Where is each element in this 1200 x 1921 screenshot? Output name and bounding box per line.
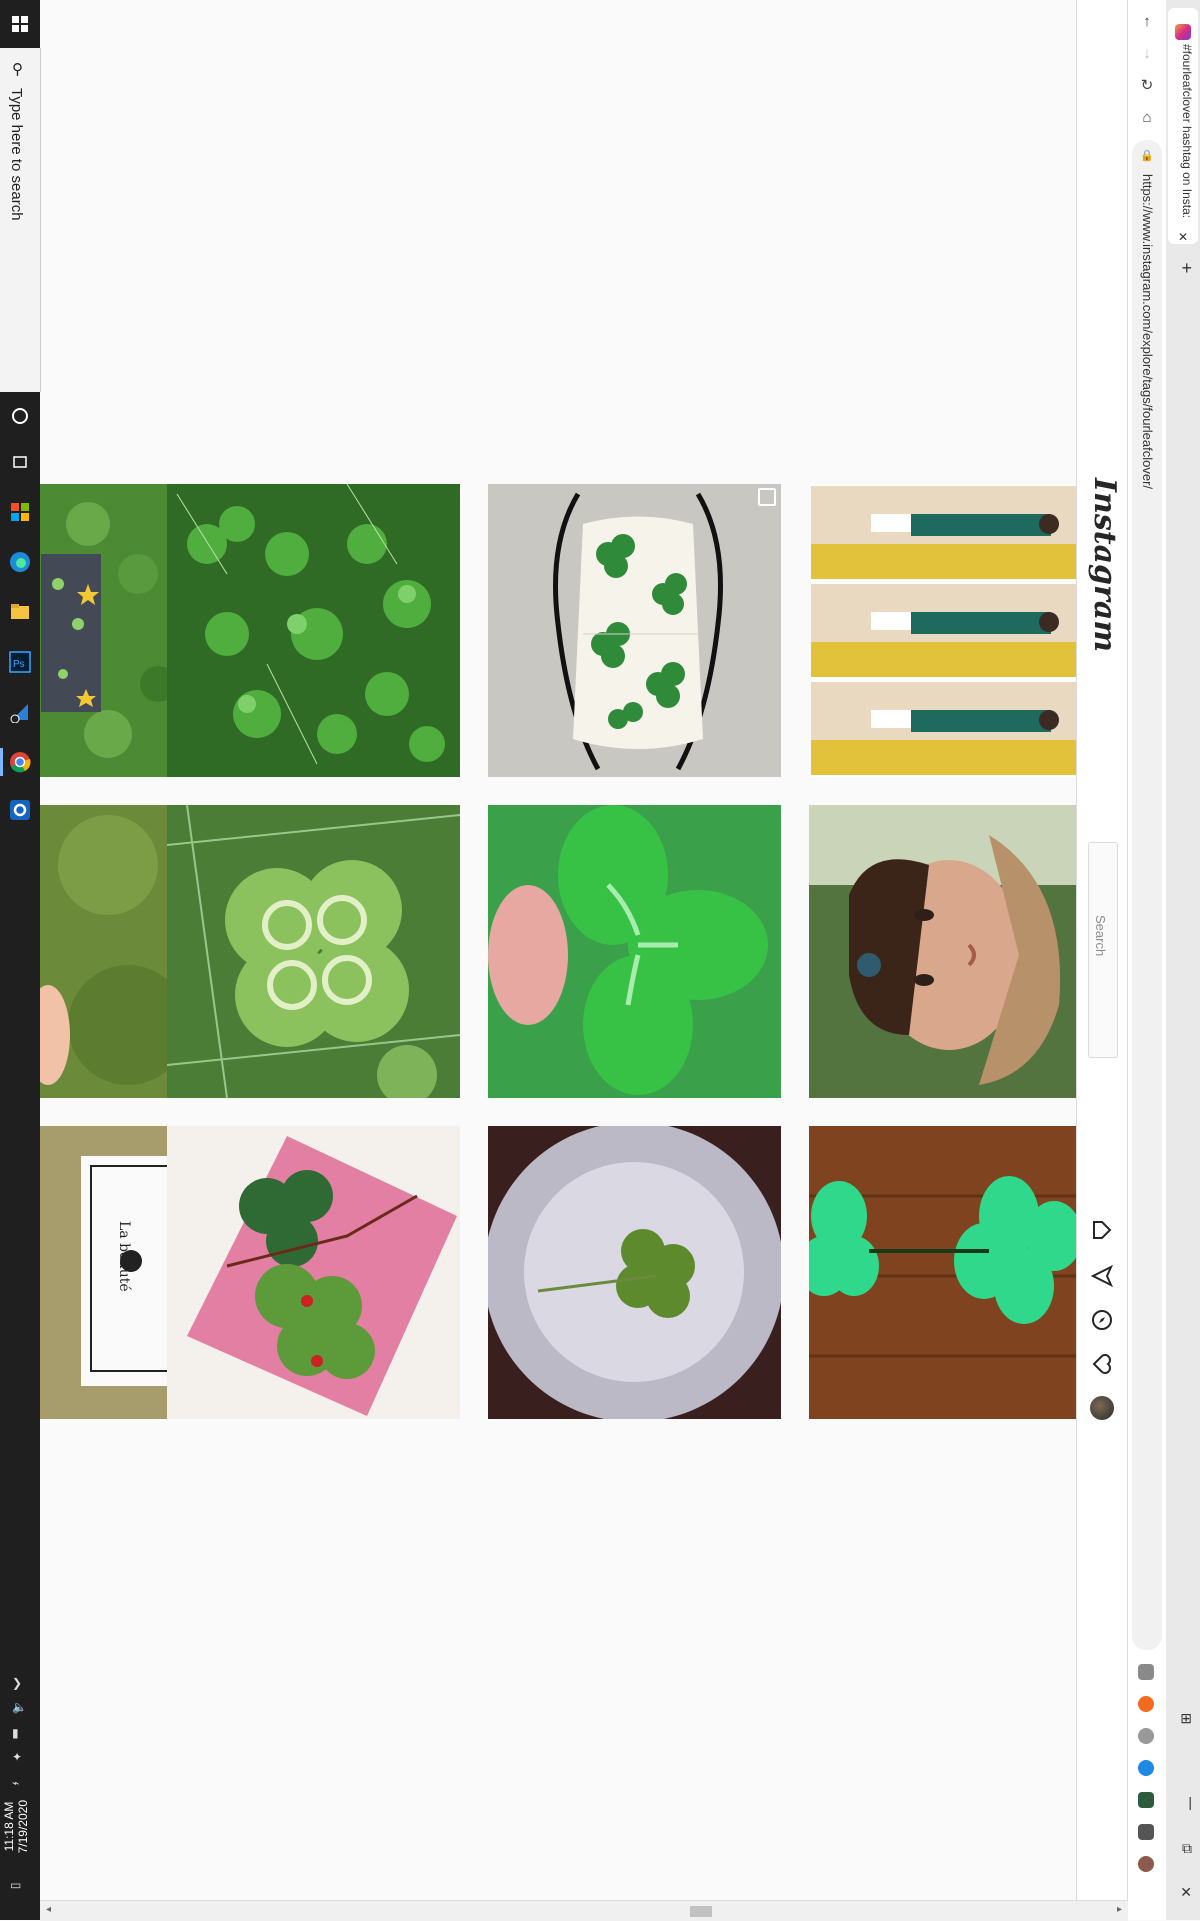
clock-time: 11:18 AM [2,1801,16,1852]
back-arrow-icon[interactable]: ↑ [1136,10,1158,32]
profile-avatar[interactable] [1090,1396,1114,1420]
taskbar-search-box[interactable]: ⚲ Type here to search [0,48,41,392]
horizontal-scrollbar[interactable]: ◂ ▸ [40,1900,1128,1921]
extension-circle-icon[interactable] [1138,1728,1154,1744]
active-app-indicator [0,748,3,776]
post-triple-photo[interactable] [811,484,1076,777]
post-four-leaf-clover[interactable] [167,805,460,1098]
taskbar-clock[interactable]: 11:18 AM 7/19/2020 [2,1800,30,1853]
explore-compass-icon[interactable] [1090,1308,1114,1332]
reload-icon[interactable]: ↻ [1136,74,1158,96]
chevron-up-icon[interactable]: ❯ [12,1676,22,1690]
chrome-browser-icon[interactable] [6,748,34,776]
tab-close-icon[interactable]: ✕ [1178,230,1188,244]
activity-heart-icon[interactable] [1090,1352,1114,1376]
search-placeholder: Search [1093,915,1108,957]
post-balloon-clover[interactable] [809,1126,1076,1419]
extension-blue-icon[interactable] [1138,1760,1154,1776]
svg-text:Ps: Ps [13,659,25,670]
search-icon: ⚲ [12,61,23,78]
direct-message-icon[interactable] [1090,1264,1114,1288]
app-blue-icon[interactable] [6,698,34,726]
windows-taskbar: ⚲ Type here to search Ps ❯ 🔈 ▮ ✦ ⌁ 11:18… [0,0,41,1920]
file-explorer-icon[interactable] [6,598,34,626]
task-view-icon[interactable] [6,448,34,476]
forward-arrow-icon[interactable]: ↓ [1136,42,1158,64]
instagram-logo[interactable]: Instagram [1087,478,1122,652]
volume-icon[interactable]: 🔈 [12,1700,27,1714]
clock-date: 7/19/2020 [16,1800,30,1854]
post-woman-portrait[interactable] [809,805,1076,1098]
scroll-right-icon[interactable]: ▸ [1117,1904,1122,1915]
instagram-favicon-icon [1175,24,1191,40]
settings-app-icon[interactable] [6,796,34,824]
extensions-puzzle-icon[interactable] [1138,1824,1154,1840]
extension-green-icon[interactable] [1138,1792,1154,1808]
browser-chrome: ↑ ↓ ↻ ⌂ 🔒 https://www.instagram.com/expl… [1127,0,1200,1920]
scroll-left-icon[interactable]: ◂ [46,1904,51,1915]
address-bar[interactable]: 🔒 https://www.instagram.com/explore/tags… [1132,140,1162,1650]
instagram-header: Instagram Search [1076,0,1130,1920]
close-window-icon[interactable]: ✕ [1180,1884,1192,1901]
browser-profile-icon[interactable] [1138,1856,1154,1872]
minimize-icon[interactable]: | [1188,1794,1192,1810]
post-clover-in-dish[interactable] [488,1126,781,1419]
extension-orange-icon[interactable] [1138,1696,1154,1712]
restore-icon[interactable]: ⧉ [1182,1840,1192,1857]
post-clover-patch-cropped[interactable] [40,484,181,777]
instagram-post-grid: La beauté [40,0,1076,1920]
battery-icon[interactable]: ▮ [12,1726,19,1740]
instagram-search-input[interactable]: Search [1088,842,1118,1058]
post-clover-card-pink[interactable] [167,1126,460,1419]
browser-toolbar: ↑ ↓ ↻ ⌂ 🔒 https://www.instagram.com/expl… [1128,0,1166,1920]
address-url: https://www.instagram.com/explore/tags/f… [1140,174,1155,490]
post-la-beaute-card[interactable]: La beauté [40,1126,181,1419]
scrollbar-thumb[interactable] [690,1906,712,1917]
home-button-icon[interactable]: ⌂ [1136,106,1158,128]
multiple-photos-icon [758,488,776,506]
dropbox-icon[interactable]: ✦ [12,1750,22,1764]
lock-icon[interactable]: 🔒 [1136,144,1158,166]
tab-search-icon[interactable]: ⊞ [1180,1710,1192,1727]
post-clover-mask[interactable] [488,484,781,777]
tab-title: #fourleafclover hashtag on Insta: [1180,44,1194,219]
photoshop-icon[interactable]: Ps [6,648,34,676]
card-text: La beauté [116,1221,132,1292]
microsoft-store-icon[interactable] [6,498,34,526]
extension-gray-icon[interactable] [1138,1664,1154,1680]
tab-strip: #fourleafclover hashtag on Insta: ✕ + ⊞ … [1166,0,1200,1920]
cortana-icon[interactable] [6,402,34,430]
post-clover-field[interactable] [167,484,460,777]
post-clover-closeup[interactable] [488,805,781,1098]
new-tab-icon[interactable]: + [1181,258,1192,279]
home-icon[interactable] [1090,1218,1114,1242]
start-button[interactable] [0,0,40,48]
taskbar-search-placeholder: Type here to search [8,88,25,221]
edge-browser-icon[interactable] [6,548,34,576]
post-grass-finger[interactable] [40,805,181,1098]
notifications-icon[interactable]: ▭ [10,1878,21,1892]
network-icon[interactable]: ⌁ [12,1776,19,1790]
tab-instagram[interactable]: #fourleafclover hashtag on Insta: ✕ [1168,8,1198,244]
windows-logo-icon [12,16,28,32]
